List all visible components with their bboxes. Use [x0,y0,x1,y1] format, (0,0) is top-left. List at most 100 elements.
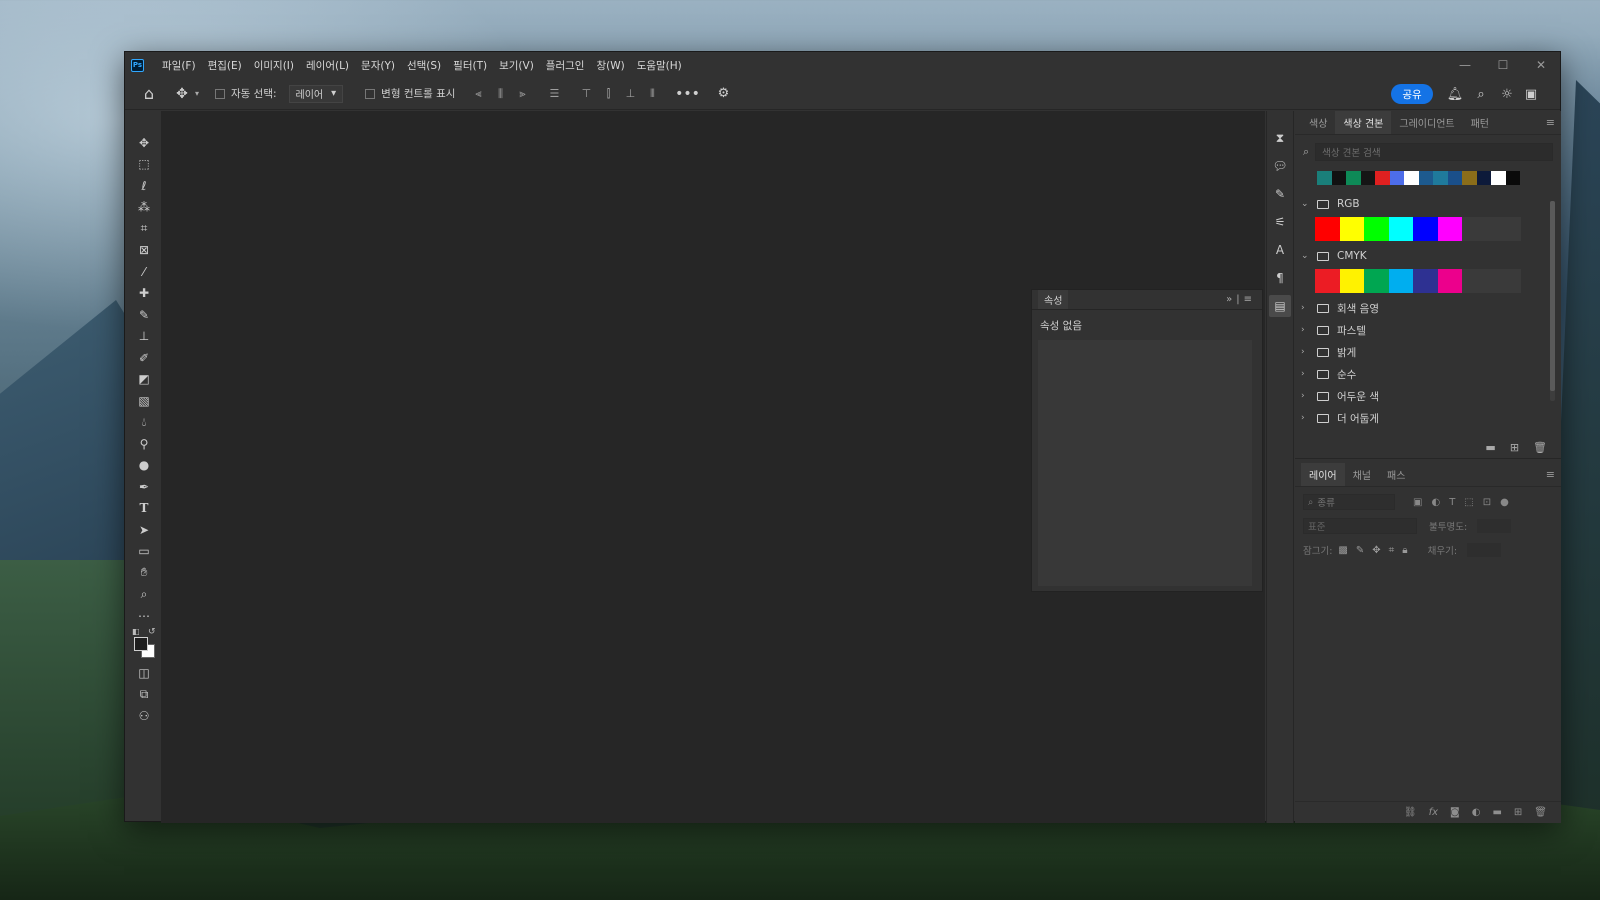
add-mask-icon[interactable]: ◙ [1450,807,1460,818]
menu-view[interactable]: 보기(V) [493,58,540,73]
workspace-icon[interactable]: ▣ [1519,84,1543,104]
brush-tool-icon[interactable]: ✎ [132,304,156,326]
recent-color-swatch[interactable] [1418,171,1433,185]
scrollbar-thumb[interactable] [1550,201,1555,391]
lock-artboard-icon[interactable]: ⌗ [1389,545,1395,556]
color-swatch[interactable] [1339,269,1364,293]
more-options-icon[interactable]: ••• [673,86,701,102]
foreground-color[interactable] [134,636,148,651]
crop-tool-icon[interactable]: ⌗ [132,218,156,240]
burn-tool-icon[interactable]: ● [132,455,156,477]
chevron-right-icon[interactable]: › [1301,325,1311,335]
link-layers-icon[interactable]: ⛓ [1404,807,1417,818]
tab-gradients[interactable]: 그레이디언트 [1391,111,1462,134]
maximize-icon[interactable]: ☐ [1484,52,1522,78]
filter-toggle-icon[interactable]: ● [1500,497,1509,508]
swatch-group-header[interactable]: › 더 어둡게 [1295,407,1561,429]
frame-tool-icon[interactable]: ⊠ [132,240,156,262]
smart-object-filter-icon[interactable]: ⊡ [1483,497,1491,508]
color-swatch[interactable] [1413,269,1438,293]
recent-color-swatch[interactable] [1476,171,1491,185]
chevron-right-icon[interactable]: › [1301,391,1311,401]
chevron-right-icon[interactable]: › [1301,369,1311,379]
lock-pixels-icon[interactable]: ✎ [1356,545,1364,556]
color-swatch[interactable] [1388,217,1413,241]
gear-icon[interactable]: ⚙ [709,86,737,101]
color-swatch[interactable] [1437,269,1462,293]
minimize-icon[interactable]: — [1446,52,1484,78]
auto-select-dropdown[interactable]: 레이어 ▾ [288,84,344,103]
chevron-right-icon[interactable]: › [1301,303,1311,313]
color-swatch[interactable] [1339,217,1364,241]
tab-properties[interactable]: 속성 [1038,290,1069,309]
swatch-group-header[interactable]: › 어두운 색 [1295,385,1561,407]
align-right-icon[interactable]: ⫸ [511,87,533,101]
menu-select[interactable]: 선택(S) [401,58,447,73]
magic-wand-tool-icon[interactable]: ⁂ [132,197,156,219]
properties-panel-icon[interactable]: ▤ [1269,295,1291,317]
lasso-tool-icon[interactable]: ℓ [132,175,156,197]
lock-position-icon[interactable]: ✥ [1372,545,1380,556]
lock-all-icon[interactable]: 🔒︎ [1402,545,1407,556]
move-tool-icon[interactable]: ✥ [132,132,156,154]
swatch-group-header[interactable]: ⌄ CMYK [1295,245,1561,267]
tab-patterns[interactable]: 패턴 [1463,111,1497,134]
recent-color-swatch[interactable] [1317,171,1332,185]
color-swatch[interactable] [1315,269,1340,293]
tab-swatches[interactable]: 색상 견본 [1335,111,1392,134]
chevron-down-icon[interactable]: ▾ [195,89,199,98]
menu-file[interactable]: 파일(F) [156,58,202,73]
more-tools-icon[interactable]: ⋯ [132,605,156,627]
color-swatch[interactable] [1437,217,1462,241]
align-middle-icon[interactable]: ⫿ [597,87,619,101]
panel-menu-icon[interactable]: ≡ [1546,116,1555,129]
tab-channels[interactable]: 채널 [1345,463,1379,486]
tab-color[interactable]: 색상 [1301,111,1335,134]
fx-icon[interactable]: fx [1429,807,1438,818]
blend-mode-dropdown[interactable]: 표준 [1303,518,1417,534]
eyedropper-tool-icon[interactable]: ⁄ [132,261,156,283]
shape-filter-icon[interactable]: ⬚ [1464,497,1473,508]
recent-color-swatch[interactable] [1389,171,1404,185]
color-swatch[interactable] [1364,217,1389,241]
menu-layer[interactable]: 레이어(L) [300,58,355,73]
menu-edit[interactable]: 편집(E) [202,58,248,73]
screen-mode-icon[interactable]: ⧉ [132,684,156,706]
swatch-group-header[interactable]: › 밝게 [1295,341,1561,363]
menu-type[interactable]: 문자(Y) [355,58,401,73]
type-tool-icon[interactable]: T [132,498,156,520]
auto-select-checkbox[interactable] [215,88,226,99]
swatch-group-header[interactable]: › 파스텔 [1295,319,1561,341]
image-filter-icon[interactable]: ▣ [1413,497,1422,508]
recent-color-swatch[interactable] [1331,171,1346,185]
chevron-right-icon[interactable]: › [1301,413,1311,423]
menu-filter[interactable]: 필터(T) [447,58,493,73]
tab-layers[interactable]: 레이어 [1301,463,1345,486]
align-top-icon[interactable]: ⊤ [575,87,597,100]
recent-color-swatch[interactable] [1491,171,1506,185]
recent-color-swatch[interactable] [1360,171,1375,185]
trash-icon[interactable]: 🗑︎ [1533,441,1547,454]
gradient-tool-icon[interactable]: ▧ [132,390,156,412]
character-panel-icon[interactable]: A [1269,239,1291,261]
home-icon[interactable]: ⌂ [135,84,163,103]
discover-icon[interactable]: ☼ [1495,84,1519,104]
align-left-icon[interactable]: ⫷ [467,87,489,101]
collapse-panel-icon[interactable]: »|≡ [1226,294,1256,305]
color-swatch[interactable] [1413,217,1438,241]
color-swatch[interactable] [1364,269,1389,293]
eraser-tool-icon[interactable]: ◩ [132,369,156,391]
distribute-horizontal-icon[interactable]: ⫴ [641,87,663,101]
color-swatch[interactable] [1315,217,1340,241]
recent-color-swatch[interactable] [1462,171,1477,185]
layer-filter-input[interactable]: ⌕ 종류 [1303,494,1395,510]
recent-color-swatch[interactable] [1505,171,1520,185]
adjustments-panel-icon[interactable]: ⚟ [1269,211,1291,233]
swatch-group-header[interactable]: › 순수 [1295,363,1561,385]
align-bottom-icon[interactable]: ⊥ [619,87,641,100]
path-selection-tool-icon[interactable]: ➤ [132,519,156,541]
type-filter-icon[interactable]: T [1449,497,1455,508]
edit-toolbar-icon[interactable]: ⚇ [132,706,156,728]
healing-brush-tool-icon[interactable]: ✚ [132,283,156,305]
move-tool-preset-icon[interactable]: ✥ [169,86,195,102]
